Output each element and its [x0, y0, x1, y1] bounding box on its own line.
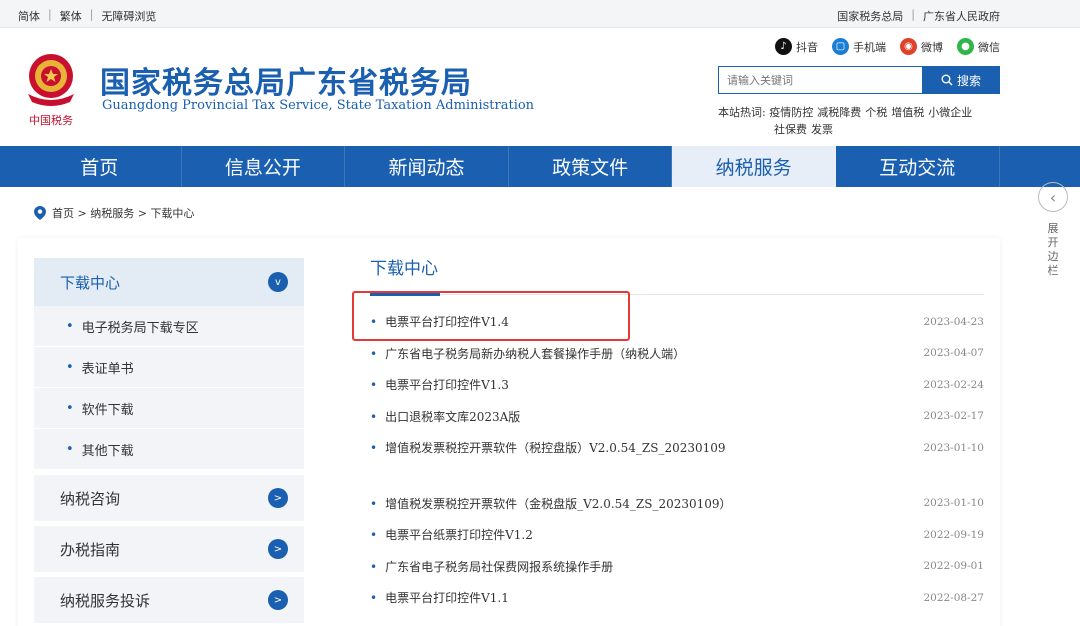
svg-text:中国税务: 中国税务: [29, 113, 73, 127]
traditional-chinese-link[interactable]: 繁体: [60, 8, 82, 24]
sidebar-item-tax-consulting[interactable]: 纳税咨询 >: [34, 475, 304, 521]
list-item[interactable]: • 增值税发票税控开票软件（税控盘版）V2.0.54_ZS_20230109 202…: [370, 432, 984, 464]
chevron-down-icon: v: [268, 272, 288, 292]
sat-link[interactable]: 国家税务总局: [837, 8, 903, 24]
breadcrumb-home[interactable]: 首页: [52, 207, 74, 220]
chevron-right-icon: >: [268, 590, 288, 610]
weibo-icon: ◉: [900, 38, 917, 55]
search-button[interactable]: 搜索: [922, 66, 1000, 94]
social-links: ♪ 抖音 ▢ 手机端 ◉ 微博 ● 微信: [775, 38, 1000, 55]
expand-sidebar-label: 展开边栏: [1047, 222, 1059, 277]
location-pin-icon: [34, 206, 46, 220]
nav-tax-service[interactable]: 纳税服务: [672, 146, 836, 187]
download-list-section: 下载中心 • 电票平台打印控件V1.4 2023-04-23 • 广东省电子税务局新办…: [370, 254, 984, 605]
mobile-icon: ▢: [832, 38, 849, 55]
sidebar-subitem-forms[interactable]: • 表证单书: [34, 347, 304, 388]
breadcrumb: 首页 > 纳税服务 > 下载中心: [34, 205, 194, 221]
list-item[interactable]: • 电票平台打印控件V1.3 2023-02-24: [370, 369, 984, 401]
site-subtitle: Guangdong Provincial Tax Service, State …: [102, 98, 535, 113]
sidebar-item-tax-guide[interactable]: 办税指南 >: [34, 526, 304, 572]
language-links: 简体 | 繁体 | 无障碍浏览: [18, 8, 157, 24]
nav-home[interactable]: 首页: [18, 146, 182, 187]
list-item[interactable]: • 广东省电子税务局社保费网报系统操作手册 2022-09-01: [370, 551, 984, 583]
site-header: 中国税务 国家税务总局广东省税务局 Guangdong Provincial T…: [0, 28, 1080, 146]
social-mobile[interactable]: ▢ 手机端: [832, 38, 886, 55]
nav-policy[interactable]: 政策文件: [509, 146, 673, 187]
left-sidebar: 下载中心 v • 电子税务局下载专区 • 表证单书 • 软件下载 • 其他下载 纳税咨询…: [34, 258, 304, 623]
search-input[interactable]: [718, 66, 922, 94]
hot-word[interactable]: 发票: [811, 123, 833, 136]
breadcrumb-tax-service[interactable]: 纳税服务: [90, 207, 134, 220]
hot-word[interactable]: 减税降费: [817, 106, 861, 119]
list-item[interactable]: • 广东省电子税务局新办纳税人套餐操作手册（纳税人端） 2023-04-07: [370, 338, 984, 370]
nav-news[interactable]: 新闻动态: [345, 146, 509, 187]
social-douyin[interactable]: ♪ 抖音: [775, 38, 818, 55]
tax-emblem-logo[interactable]: 中国税务: [20, 46, 82, 128]
nav-info-disclosure[interactable]: 信息公开: [182, 146, 346, 187]
wechat-icon: ●: [957, 38, 974, 55]
breadcrumb-download-center[interactable]: 下载中心: [150, 207, 194, 220]
sidebar-item-complaints[interactable]: 纳税服务投诉 >: [34, 577, 304, 623]
chevron-right-icon: >: [268, 488, 288, 508]
hot-word[interactable]: 社保费: [774, 123, 807, 136]
section-title: 下载中心: [370, 259, 438, 279]
sidebar-subitem-other[interactable]: • 其他下载: [34, 429, 304, 470]
list-item[interactable]: • 出口退税率文库2023A版 2023-02-17: [370, 401, 984, 433]
hot-word[interactable]: 小微企业: [928, 106, 972, 119]
list-item[interactable]: • 电票平台打印控件V1.1 2022-08-27: [370, 582, 984, 614]
expand-sidebar-toggle[interactable]: ‹ 展开边栏: [1036, 182, 1070, 278]
chevron-left-icon: ‹: [1038, 182, 1068, 212]
hot-words: 本站热词: 疫情防控 减税降费 个税 增值税 小微企业 社保费 发票: [718, 106, 973, 136]
search-bar: 搜索: [718, 66, 1000, 94]
social-weibo[interactable]: ◉ 微博: [900, 38, 943, 55]
accessibility-link[interactable]: 无障碍浏览: [101, 8, 156, 24]
download-list: • 电票平台打印控件V1.4 2023-04-23 • 广东省电子税务局新办纳税人套餐…: [370, 306, 984, 614]
top-utility-bar: 简体 | 繁体 | 无障碍浏览 国家税务总局 | 广东省人民政府: [0, 0, 1080, 28]
nav-interaction[interactable]: 互动交流: [836, 146, 1000, 187]
sidebar-subitem-etax-download[interactable]: • 电子税务局下载专区: [34, 306, 304, 347]
hot-word[interactable]: 疫情防控: [769, 106, 813, 119]
search-icon: [941, 74, 953, 86]
hot-word[interactable]: 个税: [865, 106, 887, 119]
gd-gov-link[interactable]: 广东省人民政府: [923, 8, 1000, 24]
highlight-annotation-box: [352, 291, 630, 341]
main-nav: 首页 信息公开 新闻动态 政策文件 纳税服务 互动交流: [0, 146, 1080, 187]
sidebar-item-download-center[interactable]: 下载中心 v: [34, 258, 304, 306]
sidebar-submenu: • 电子税务局下载专区 • 表证单书 • 软件下载 • 其他下载: [34, 306, 304, 470]
chevron-right-icon: >: [268, 539, 288, 559]
hot-word[interactable]: 增值税: [891, 106, 924, 119]
site-title[interactable]: 国家税务总局广东省税务局: [100, 58, 472, 102]
external-links: 国家税务总局 | 广东省人民政府: [837, 8, 1000, 24]
simplified-chinese-link[interactable]: 简体: [18, 8, 40, 24]
list-item[interactable]: • 电票平台纸票打印控件V1.2 2022-09-19: [370, 519, 984, 551]
list-item[interactable]: • 增值税发票税控开票软件（金税盘版_V2.0.54_ZS_20230109） 20…: [370, 488, 984, 520]
douyin-icon: ♪: [775, 38, 792, 55]
sidebar-subitem-software[interactable]: • 软件下载: [34, 388, 304, 429]
social-wechat[interactable]: ● 微信: [957, 38, 1000, 55]
